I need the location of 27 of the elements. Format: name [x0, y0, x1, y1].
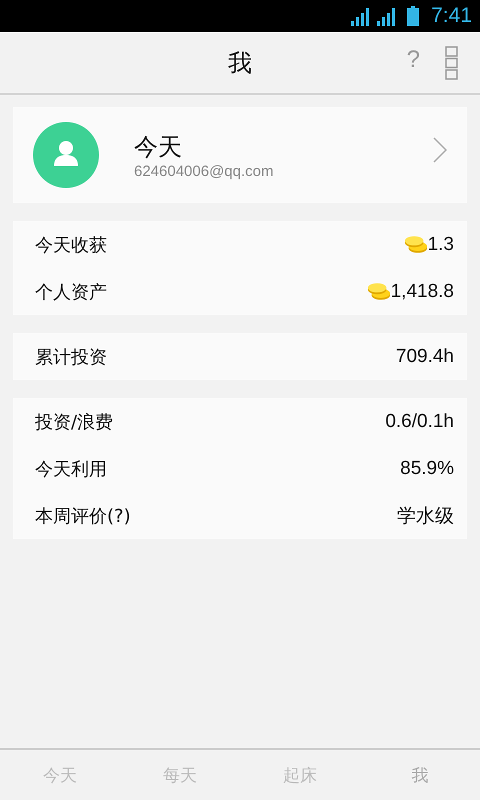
profile-name: 今天	[134, 132, 183, 162]
row-label: 个人资产	[35, 280, 107, 304]
chevron-icon	[433, 137, 447, 163]
row-value: 1,418.8	[390, 280, 454, 302]
signal-icon	[349, 6, 372, 26]
tab[interactable]: 我	[360, 750, 480, 800]
signal-icon	[375, 6, 398, 26]
row-value: 85.9%	[400, 458, 454, 480]
row-value: 709.4h	[396, 346, 454, 368]
status-time: 7:41	[431, 4, 472, 28]
coins-icon	[366, 282, 391, 301]
row-value: 0.6/0.1h	[385, 410, 454, 432]
row-label: 今天收获	[35, 234, 107, 256]
avatar-icon	[33, 122, 99, 188]
page-title: 我	[228, 48, 252, 78]
row-label: 今天利用	[35, 458, 107, 480]
profile-card[interactable]: 今天 624604006@qq.com	[13, 107, 467, 203]
row-value: 学水级	[397, 504, 454, 528]
menu-icon[interactable]	[445, 46, 459, 80]
battery-icon	[407, 6, 420, 26]
coins-icon	[404, 235, 428, 254]
profile-email: 624604006@qq.com	[134, 162, 274, 180]
row-label: 累计投资	[35, 346, 107, 368]
row-label: 投资/浪费	[35, 410, 114, 434]
row-value: 1.3	[428, 234, 454, 256]
row-label: 本周评价(?)	[35, 504, 131, 528]
help-button[interactable]: ?	[406, 46, 420, 74]
